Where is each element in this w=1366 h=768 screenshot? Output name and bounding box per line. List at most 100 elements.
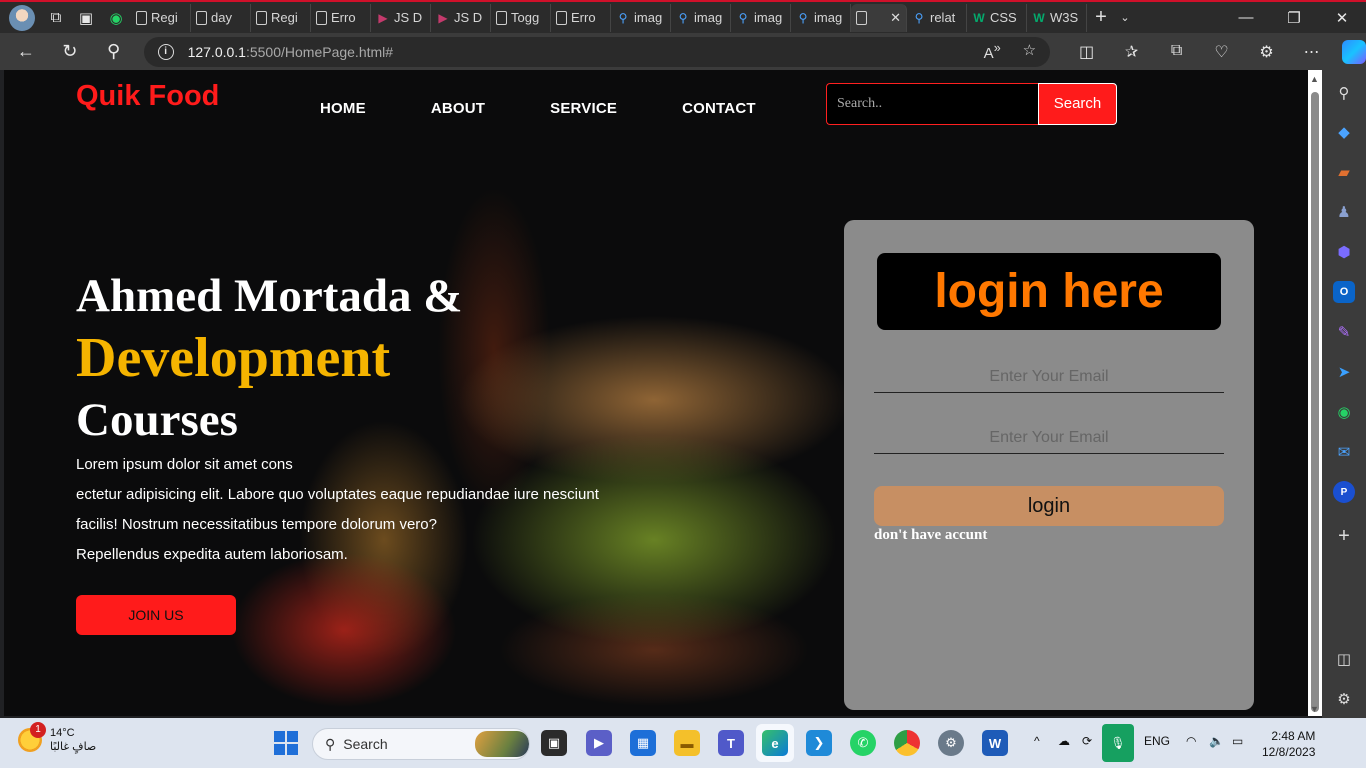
refresh-button[interactable]: ↻ [52,41,88,62]
meet-app-icon[interactable]: ▶ [586,730,612,756]
task-view-icon[interactable]: ▣ [541,730,567,756]
store-app-icon[interactable]: ▦ [630,730,656,756]
browser-tab[interactable]: ⚲ imag [791,3,851,32]
site-info-icon[interactable]: i [157,43,174,60]
sidebar-panel-icon[interactable]: ◫ [1333,648,1355,670]
browser-tab[interactable]: Regi [131,3,191,32]
more-menu-icon[interactable]: ⋯ [1289,42,1334,62]
settings-app-icon[interactable]: ⚙ [938,730,964,756]
send-icon[interactable]: ➤ [1333,361,1355,383]
sidebar-settings-icon[interactable]: ⚙ [1333,688,1355,710]
password-field[interactable]: Enter Your Email [874,424,1224,454]
back-button[interactable]: ← [8,41,44,62]
close-tab-icon[interactable]: ✕ [890,10,901,26]
browser-tab[interactable]: ✕ [851,3,907,32]
battery-icon[interactable]: ▭ [1232,734,1243,748]
shopping-tag-icon[interactable]: ◆ [1333,121,1355,143]
site-search-input[interactable]: Search.. [826,83,1038,125]
tab-strip: ⧉ ▣ ◉ Regi day Regi Erro ▶ JS D ▶ JS D Togg Erro ⚲… [0,0,1366,33]
read-aloud-icon[interactable]: A» [984,41,1001,62]
favorite-star-icon[interactable]: ☆ [1023,41,1036,62]
copilot-sidebar-icon[interactable]: ⬢ [1333,241,1355,263]
collections-icon[interactable]: ⧉ [1154,42,1199,62]
teams-app-icon[interactable]: T [718,730,744,756]
browser-tab[interactable]: day [191,3,251,32]
start-button[interactable] [274,731,298,755]
vscode-app-icon[interactable]: ❯ [806,730,832,756]
mail-icon[interactable]: ✉ [1333,441,1355,463]
site-logo[interactable]: Quik Food [76,80,219,113]
browser-tab[interactable]: ▶ JS D [371,3,431,32]
whatsapp-app-icon[interactable]: ✆ [850,730,876,756]
url-bar[interactable]: i 127.0.0.1:5500/HomePage.html# A» ☆ [143,36,1051,67]
browser-tab[interactable]: Erro [551,3,611,32]
new-tab-button[interactable]: + [1087,6,1115,29]
login-button[interactable]: login [874,486,1224,526]
nav-contact-link[interactable]: CONTACT [682,100,756,117]
word-app-icon[interactable]: W [982,730,1008,756]
email-field[interactable]: Enter Your Email [874,363,1224,393]
browser-tab[interactable]: ▶ JS D [431,3,491,32]
search-favicon-icon: ⚲ [914,10,924,25]
browser-tab[interactable]: W W3S [1027,3,1087,32]
scroll-up-icon[interactable]: ▲ [1310,74,1319,84]
games-icon[interactable]: ♟ [1333,201,1355,223]
browser-tab-label: Regi [271,10,298,25]
outlook-icon[interactable]: O [1333,281,1355,303]
browser-tab[interactable]: Erro [311,3,371,32]
browser-tab[interactable]: W CSS [967,3,1027,32]
extensions-icon[interactable]: ⚙ [1244,42,1289,62]
browser-tab-label: Togg [511,10,540,25]
favorites-icon[interactable]: ✰ [1109,42,1154,62]
join-us-button[interactable]: JOIN US [76,595,236,635]
restore-button[interactable]: ❐ [1270,9,1318,27]
tray-overflow-icon[interactable]: ^ [1034,734,1040,748]
nav-about-link[interactable]: ABOUT [431,100,485,117]
copilot-icon[interactable] [1342,39,1366,64]
taskbar-clock[interactable]: 2:48 AM 12/8/2023 [1262,728,1315,760]
file-explorer-icon[interactable]: ▬ [674,730,700,756]
minimize-button[interactable]: — [1222,9,1270,27]
edge-app-icon[interactable]: e [762,730,788,756]
signup-link[interactable]: don't have accunt [874,527,987,544]
browser-tab[interactable]: Togg [491,3,551,32]
volume-icon[interactable]: 🔈 [1209,734,1224,748]
add-sidebar-app-icon[interactable]: + [1333,525,1355,547]
scroll-down-icon[interactable]: ▼ [1310,704,1319,714]
nav-home-link[interactable]: HOME [320,100,366,117]
workspaces-icon[interactable]: ⧉ [41,3,71,33]
whatsapp-tab-icon[interactable]: ◉ [101,3,131,33]
tools-briefcase-icon[interactable]: ▰ [1333,161,1355,183]
p-app-icon[interactable]: P [1333,481,1355,503]
notification-badge: 1 [30,722,46,738]
split-screen-icon[interactable]: ◫ [1064,42,1109,62]
chrome-app-icon[interactable] [894,730,920,756]
page-scrollbar[interactable]: ▲ ▼ [1308,70,1322,716]
whatsapp-sidebar-icon[interactable]: ◉ [1333,401,1355,423]
browser-tab-label: W3S [1050,10,1079,25]
tab-actions-icon[interactable]: ▣ [71,3,101,33]
microphone-icon[interactable]: 🎙 [1102,724,1134,762]
tray-sync-icon[interactable]: ⟳ [1082,734,1092,748]
taskbar-search[interactable]: ⚲ Search [312,728,530,760]
designer-icon[interactable]: ✎ [1333,321,1355,343]
browser-tab[interactable]: Regi [251,3,311,32]
tray-cloud-icon[interactable]: ☁ [1058,734,1070,748]
health-icon[interactable]: ♡ [1199,42,1244,62]
wifi-icon[interactable]: ◠ [1186,734,1196,748]
close-window-button[interactable]: ✕ [1318,9,1366,27]
site-search-button[interactable]: Search [1038,83,1117,125]
doc-favicon-icon [556,10,567,25]
browser-tab[interactable]: ⚲ imag [611,3,671,32]
search-icon[interactable]: ⚲ [96,41,132,62]
nav-service-link[interactable]: SERVICE [550,100,617,117]
browser-tab[interactable]: ⚲ imag [671,3,731,32]
profile-avatar[interactable] [9,4,35,31]
tab-list-chevron-icon[interactable]: ⌄ [1115,11,1135,24]
browser-tab[interactable]: ⚲ relat [907,3,967,32]
weather-widget[interactable]: 1 14°C صافٍ غالبًا [18,722,96,754]
scrollbar-thumb[interactable] [1311,92,1319,712]
sidebar-search-icon[interactable]: ⚲ [1333,82,1355,104]
language-indicator[interactable]: ENG [1144,734,1170,748]
browser-tab[interactable]: ⚲ imag [731,3,791,32]
